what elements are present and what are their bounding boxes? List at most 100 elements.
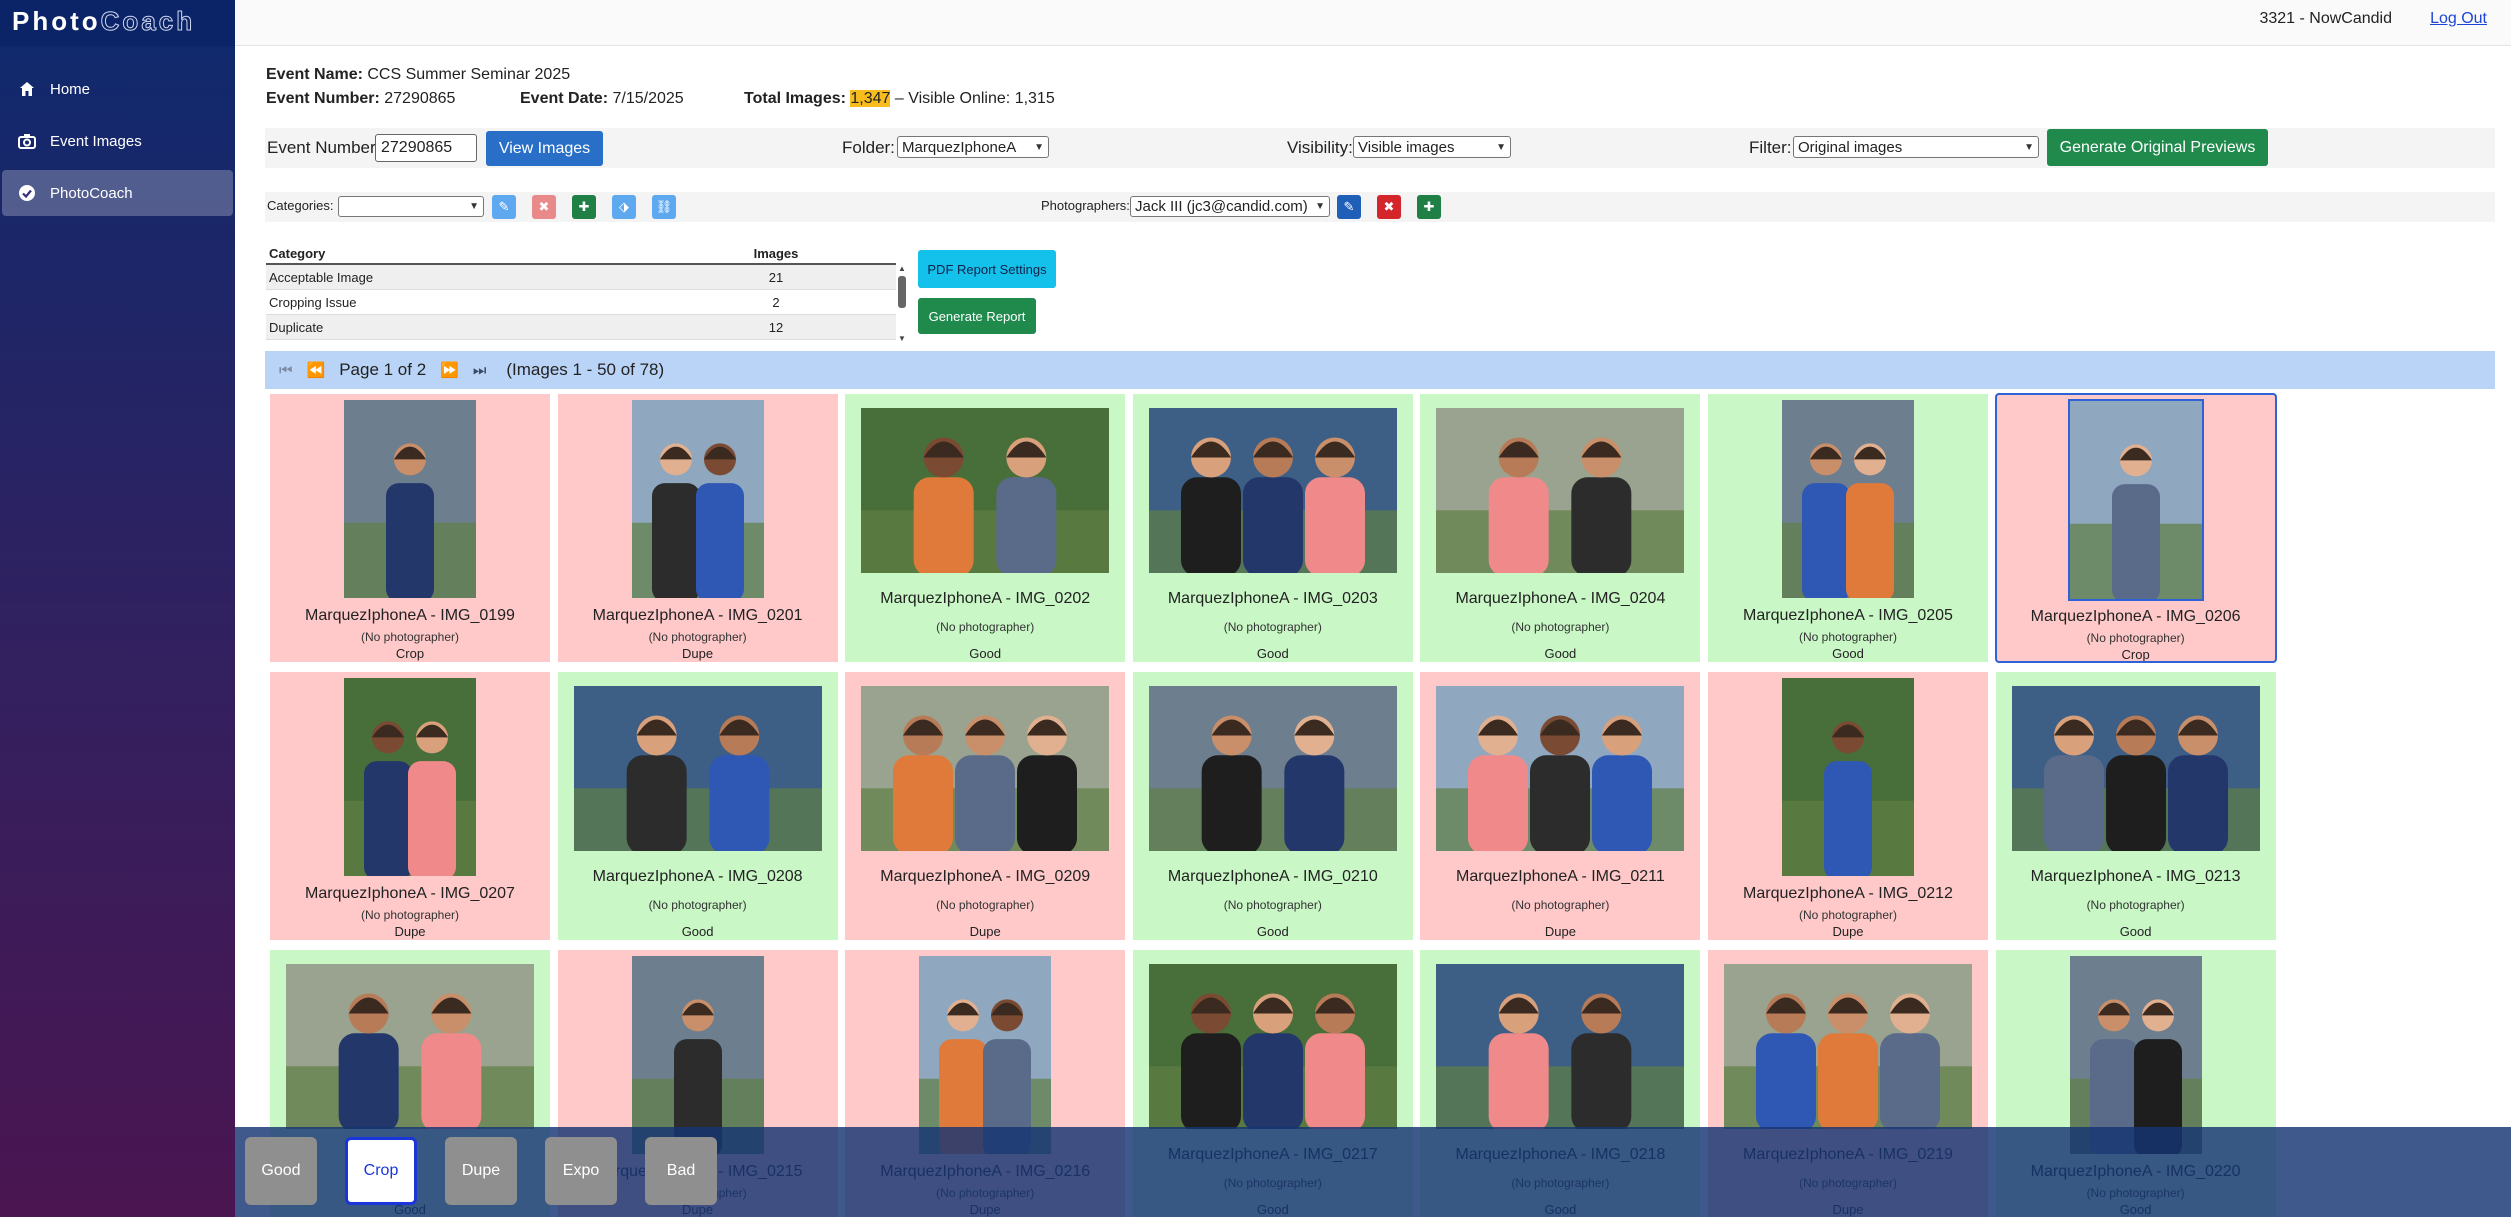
- link-icon: ⛓: [655, 199, 673, 214]
- image-card[interactable]: MarquezIphoneA - IMG_0199 (No photographe…: [270, 394, 550, 662]
- image-thumbnail[interactable]: [861, 686, 1110, 851]
- image-photographer: (No photographer): [1223, 898, 1322, 912]
- pdf-report-settings-button[interactable]: PDF Report Settings: [918, 250, 1056, 288]
- image-photographer: (No photographer): [2086, 898, 2185, 912]
- delete-category-button[interactable]: ✖: [532, 195, 556, 219]
- image-thumbnail[interactable]: [631, 956, 764, 1154]
- visible-online: 1,315: [1014, 90, 1055, 107]
- delete-photographer-button[interactable]: ✖: [1377, 195, 1401, 219]
- image-card[interactable]: MarquezIphoneA - IMG_0211 (No photographe…: [1420, 672, 1701, 940]
- image-thumbnail[interactable]: [1782, 400, 1914, 598]
- image-card[interactable]: MarquezIphoneA - IMG_0212 (No photographe…: [1708, 672, 1988, 940]
- image-photographer: (No photographer): [2086, 631, 2185, 645]
- chevron-down-icon: ▼: [1315, 201, 1325, 212]
- category-name: Cropping Issue: [269, 294, 357, 310]
- image-thumbnail[interactable]: [631, 400, 764, 598]
- image-thumbnail[interactable]: [861, 408, 1110, 573]
- image-thumbnail[interactable]: [1148, 408, 1397, 573]
- image-thumbnail[interactable]: [919, 956, 1052, 1154]
- image-card[interactable]: MarquezIphoneA - IMG_0205 (No photographe…: [1708, 394, 1988, 662]
- image-name: MarquezIphoneA - IMG_0201: [592, 607, 803, 624]
- image-thumbnail[interactable]: [1148, 686, 1397, 851]
- controls-row: Event Number: 27290865 View Images Folde…: [265, 128, 2495, 168]
- image-card[interactable]: MarquezIphoneA - IMG_0209 (No photographe…: [845, 672, 1126, 940]
- logout-link[interactable]: Log Out: [2430, 10, 2487, 28]
- image-thumbnail[interactable]: [2067, 399, 2204, 601]
- top-bar: 3321 - NowCandid Log Out: [235, 0, 2511, 46]
- image-thumbnail[interactable]: [1436, 408, 1685, 573]
- event-number-info: Event Number: 27290865: [266, 90, 456, 107]
- image-photographer: (No photographer): [648, 898, 747, 912]
- photographers-select[interactable]: Jack III (jc3@candid.com) ▼: [1130, 196, 1330, 217]
- image-card[interactable]: MarquezIphoneA - IMG_0204 (No photographe…: [1420, 394, 1701, 662]
- visibility-label: Visibility:: [1287, 138, 1353, 157]
- image-thumbnail[interactable]: [573, 686, 822, 851]
- image-card[interactable]: MarquezIphoneA - IMG_0202 (No photographe…: [845, 394, 1126, 662]
- image-card[interactable]: MarquezIphoneA - IMG_0206 (No photographe…: [1994, 393, 2277, 663]
- classify-crop-button[interactable]: Crop: [345, 1137, 417, 1205]
- image-name: MarquezIphoneA - IMG_0202: [880, 590, 1091, 607]
- previous-page-icon[interactable]: ⏪: [307, 361, 326, 379]
- add-category-button[interactable]: ✚: [572, 195, 596, 219]
- classify-bad-button[interactable]: Bad: [645, 1137, 717, 1205]
- app-logo[interactable]: PhotoCoach: [0, 0, 235, 46]
- image-thumbnail[interactable]: [1782, 678, 1914, 876]
- image-status: Good: [2119, 924, 2152, 939]
- classify-expo-button[interactable]: Expo: [545, 1137, 617, 1205]
- image-thumbnail[interactable]: [344, 400, 476, 598]
- image-thumbnail[interactable]: [1724, 964, 1972, 1129]
- check-circle-icon: [18, 184, 36, 202]
- link-category-button[interactable]: ⛓: [652, 195, 676, 219]
- edit-photographer-button[interactable]: ✎: [1337, 195, 1361, 219]
- camera-icon: [18, 132, 36, 150]
- image-thumbnail[interactable]: [2069, 956, 2202, 1154]
- categories-label: Categories:: [267, 198, 334, 213]
- nav-photocoach[interactable]: PhotoCoach: [2, 170, 233, 216]
- category-count: 12: [768, 319, 784, 335]
- generate-report-button[interactable]: Generate Report: [918, 298, 1036, 334]
- generate-original-previews-button[interactable]: Generate Original Previews: [2047, 129, 2268, 166]
- last-page-icon[interactable]: ⏭: [473, 362, 487, 379]
- edit-category-button[interactable]: ✎: [492, 195, 516, 219]
- classify-dupe-button[interactable]: Dupe: [445, 1137, 517, 1205]
- image-photographer: (No photographer): [1511, 898, 1610, 912]
- view-images-button[interactable]: View Images: [486, 131, 603, 166]
- first-page-icon[interactable]: ⏮: [279, 362, 293, 379]
- event-number-label: Event Number:: [267, 138, 381, 157]
- image-photographer: (No photographer): [936, 620, 1035, 634]
- classify-good-button[interactable]: Good: [245, 1137, 317, 1205]
- image-status: Crop: [2121, 647, 2150, 662]
- next-page-icon[interactable]: ⏩: [440, 361, 459, 379]
- image-thumbnail[interactable]: [344, 678, 476, 876]
- nav-event-images[interactable]: Event Images: [2, 118, 233, 164]
- chevron-down-icon: ▼: [2024, 141, 2034, 153]
- image-card[interactable]: MarquezIphoneA - IMG_0213 (No photographe…: [1995, 672, 2276, 940]
- image-thumbnail[interactable]: [286, 964, 534, 1129]
- categories-select[interactable]: ▼: [338, 196, 484, 217]
- add-photographer-button[interactable]: ✚: [1417, 195, 1441, 219]
- image-card[interactable]: MarquezIphoneA - IMG_0207 (No photographe…: [270, 672, 550, 940]
- image-thumbnail[interactable]: [1148, 964, 1397, 1129]
- image-card[interactable]: MarquezIphoneA - IMG_0208 (No photographe…: [557, 672, 838, 940]
- image-status: Crop: [395, 646, 425, 661]
- image-thumbnail[interactable]: [1436, 686, 1685, 851]
- category-row[interactable]: Duplicate 12: [266, 315, 896, 340]
- image-thumbnail[interactable]: [1436, 964, 1685, 1129]
- nav-home[interactable]: Home: [2, 66, 233, 112]
- category-name: Acceptable Image: [269, 269, 374, 285]
- tag-category-button[interactable]: ⬗: [612, 195, 636, 219]
- image-name: MarquezIphoneA - IMG_0203: [1167, 590, 1378, 607]
- sidebar: PhotoCoach Home Event Images PhotoCoach: [0, 0, 235, 1217]
- category-table-scrollbar[interactable]: ▲ ▼: [897, 264, 907, 346]
- folder-select[interactable]: MarquezIphoneA ▼: [897, 136, 1049, 158]
- image-card[interactable]: MarquezIphoneA - IMG_0203 (No photographe…: [1132, 394, 1413, 662]
- image-thumbnail[interactable]: [2011, 686, 2260, 851]
- category-row[interactable]: Acceptable Image 21: [266, 265, 896, 290]
- image-photographer: (No photographer): [360, 908, 460, 922]
- image-card[interactable]: MarquezIphoneA - IMG_0210 (No photographe…: [1132, 672, 1413, 940]
- image-card[interactable]: MarquezIphoneA - IMG_0201 (No photographe…: [557, 394, 838, 662]
- category-row[interactable]: Cropping Issue 2: [266, 290, 896, 315]
- event-number-input[interactable]: 27290865: [375, 134, 477, 162]
- filter-select[interactable]: Original images ▼: [1793, 136, 2039, 158]
- visibility-select[interactable]: Visible images ▼: [1353, 136, 1511, 158]
